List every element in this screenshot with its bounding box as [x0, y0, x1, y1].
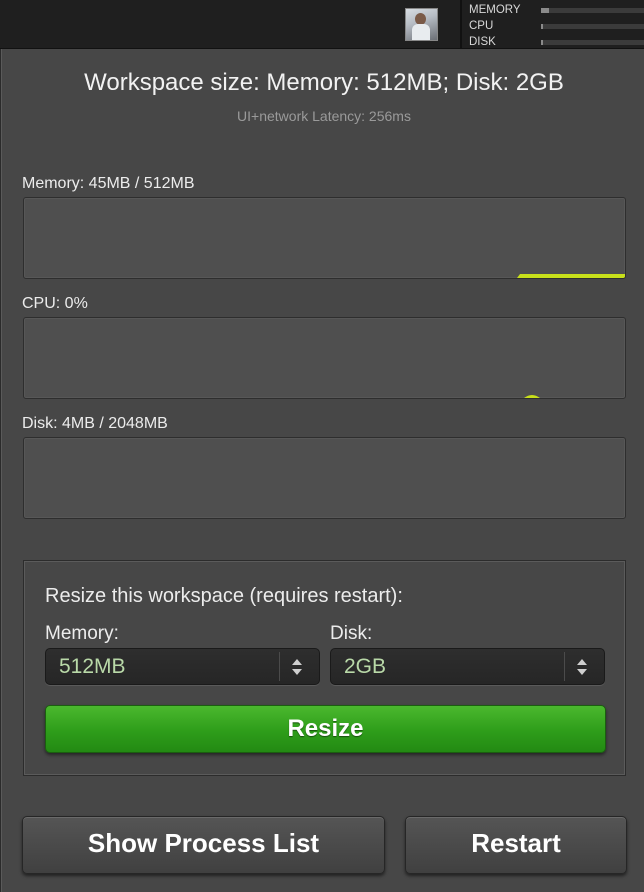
resize-section: Resize this workspace (requires restart)…	[23, 560, 626, 776]
cpu-graph-line	[524, 395, 540, 398]
updown-arrows-icon	[292, 659, 302, 675]
cpu-stat-bar	[541, 24, 644, 29]
cpu-graph	[23, 317, 626, 399]
cpu-stat-label: CPU	[469, 20, 494, 32]
cpu-metric-label: CPU: 0%	[22, 295, 88, 312]
resize-button[interactable]: Resize	[45, 705, 606, 753]
memory-select-value: 512MB	[59, 655, 126, 678]
latency-text: UI+network Latency: 256ms	[237, 108, 411, 124]
disk-select-separator	[564, 652, 565, 681]
disk-stat-fill	[541, 40, 544, 45]
workspace-panel: Workspace size: Memory: 512MB; Disk: 2GB…	[1, 49, 644, 892]
memory-metric-label: Memory: 45MB / 512MB	[22, 175, 195, 192]
memory-graph	[23, 197, 626, 279]
show-process-list-button[interactable]: Show Process List	[22, 816, 385, 874]
updown-arrows-icon	[577, 659, 587, 675]
cpu-stat-fill	[541, 24, 544, 29]
resize-title: Resize this workspace (requires restart)…	[45, 585, 403, 607]
disk-metric-label: Disk: 4MB / 2048MB	[22, 415, 168, 432]
avatar-body	[412, 24, 430, 40]
disk-stat-label: DISK	[469, 36, 496, 48]
memory-stat-fill	[541, 8, 550, 13]
memory-stat-bar	[541, 8, 644, 13]
memory-stat-label: MEMORY	[469, 4, 521, 16]
disk-graph	[23, 437, 626, 519]
topbar-divider	[460, 0, 462, 48]
disk-stat-bar	[541, 40, 644, 45]
disk-select-value: 2GB	[344, 655, 387, 678]
top-bar: MEMORY CPU DISK	[0, 0, 644, 49]
memory-select[interactable]: 512MB	[45, 648, 320, 685]
user-avatar[interactable]	[405, 8, 438, 41]
disk-field-label: Disk:	[330, 623, 373, 644]
memory-field-label: Memory:	[45, 623, 119, 644]
cpu-stat: CPU	[469, 19, 644, 33]
workspace-size-title: Workspace size: Memory: 512MB; Disk: 2GB	[84, 69, 564, 96]
memory-select-separator	[279, 652, 280, 681]
disk-stat: DISK	[469, 35, 644, 49]
memory-stat: MEMORY	[469, 3, 644, 17]
restart-button[interactable]: Restart	[405, 816, 627, 874]
memory-graph-line	[517, 274, 625, 278]
disk-select[interactable]: 2GB	[330, 648, 605, 685]
